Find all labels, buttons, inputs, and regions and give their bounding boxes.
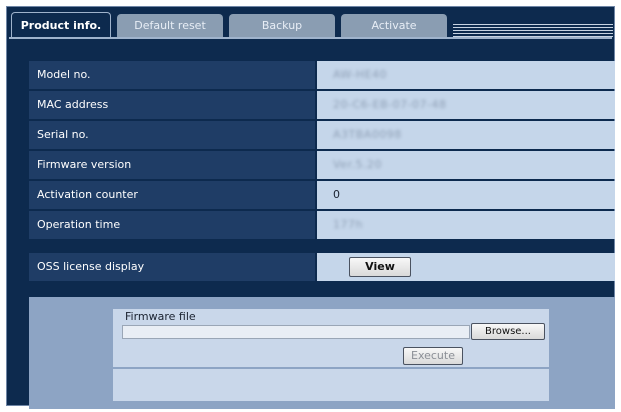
browse-button[interactable]: Browse... xyxy=(471,323,545,340)
row-activation-counter: Activation counter 0 xyxy=(29,181,615,209)
oss-license-cell: View xyxy=(317,253,615,281)
tab-divider xyxy=(9,37,612,39)
settings-frame: Product info. Default reset Backup Activ… xyxy=(6,6,615,409)
row-oss-license: OSS license display View xyxy=(29,253,615,281)
operation-time-text: 177h xyxy=(333,218,363,231)
model-no-text: AW-HE40 xyxy=(333,68,388,81)
tab-bar: Product info. Default reset Backup Activ… xyxy=(9,10,613,38)
row-firmware-version: Firmware version Ver.5.20 xyxy=(29,151,615,179)
serial-no-text: A3TBA0098 xyxy=(333,128,402,141)
tab-bar-decoration xyxy=(453,24,613,38)
row-serial-no: Serial no. A3TBA0098 xyxy=(29,121,615,149)
model-no-value: AW-HE40 xyxy=(317,61,615,89)
execute-button[interactable]: Execute xyxy=(403,347,463,365)
serial-no-value: A3TBA0098 xyxy=(317,121,615,149)
operation-time-label: Operation time xyxy=(29,211,315,239)
activation-counter-label: Activation counter xyxy=(29,181,315,209)
firmware-version-value: Ver.5.20 xyxy=(317,151,615,179)
view-button[interactable]: View xyxy=(349,257,411,277)
firmware-status-box xyxy=(113,369,549,401)
firmware-file-label: Firmware file xyxy=(125,310,196,323)
model-no-label: Model no. xyxy=(29,61,315,89)
firmware-version-text: Ver.5.20 xyxy=(333,158,382,171)
firmware-update-panel: Firmware file Browse... Execute xyxy=(29,297,615,409)
tab-activate[interactable]: Activate xyxy=(341,14,447,38)
oss-license-label: OSS license display xyxy=(29,253,315,281)
firmware-version-label: Firmware version xyxy=(29,151,315,179)
mac-address-text: 20-C6-EB-07-07-48 xyxy=(333,98,447,111)
mac-address-label: MAC address xyxy=(29,91,315,119)
firmware-file-input[interactable] xyxy=(122,325,470,339)
tab-product-info[interactable]: Product info. xyxy=(11,12,111,38)
row-model-no: Model no. AW-HE40 xyxy=(29,61,615,89)
firmware-file-box: Firmware file Browse... Execute xyxy=(113,309,549,367)
serial-no-label: Serial no. xyxy=(29,121,315,149)
activation-counter-value: 0 xyxy=(317,181,615,209)
row-operation-time: Operation time 177h xyxy=(29,211,615,239)
row-mac-address: MAC address 20-C6-EB-07-07-48 xyxy=(29,91,615,119)
operation-time-value: 177h xyxy=(317,211,615,239)
tab-backup[interactable]: Backup xyxy=(229,14,335,38)
mac-address-value: 20-C6-EB-07-07-48 xyxy=(317,91,615,119)
tab-default-reset[interactable]: Default reset xyxy=(117,14,223,38)
